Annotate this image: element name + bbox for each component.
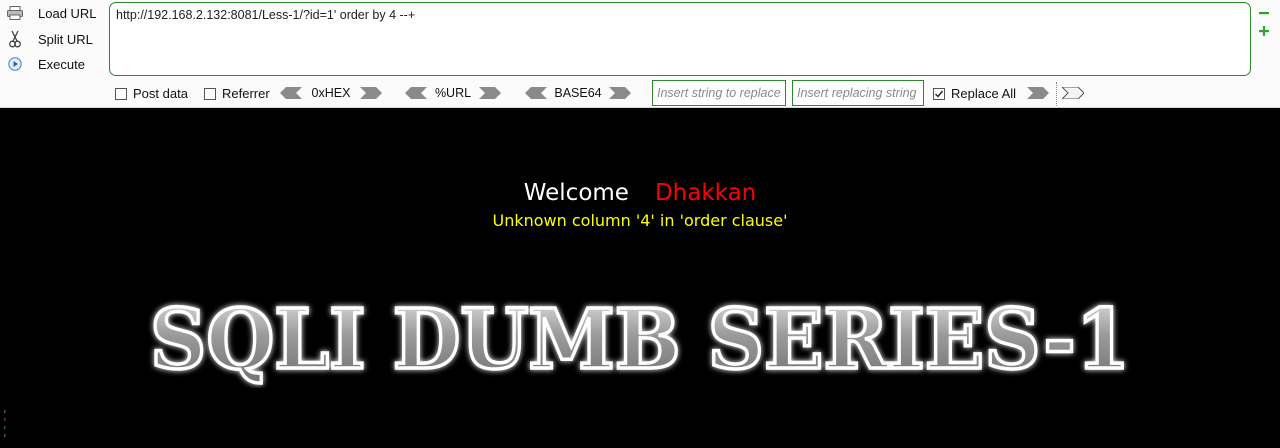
welcome-text: Welcome <box>523 180 629 206</box>
logo-text: SQLI DUMB SERIES-1 <box>150 292 1130 388</box>
referrer-checkbox[interactable]: Referrer <box>204 86 270 101</box>
scroll-marker <box>4 410 6 437</box>
replace-next-icon[interactable] <box>1060 86 1085 100</box>
post-data-label: Post data <box>133 86 188 101</box>
welcome-line: Welcome Dhakkan <box>0 180 1280 206</box>
checkbox-box[interactable] <box>933 87 945 100</box>
base64-label: BASE64 <box>554 86 602 100</box>
base64-encoder: BASE64 <box>525 86 631 100</box>
load-url-label: Load URL <box>38 5 97 21</box>
sql-error-message: Unknown column '4' in 'order clause' <box>492 211 788 230</box>
arrow-right-icon[interactable] <box>360 87 382 99</box>
scissors-icon <box>6 30 24 48</box>
arrow-left-icon[interactable] <box>280 87 302 99</box>
url-encode-label: %URL <box>434 86 472 100</box>
post-data-checkbox[interactable]: Post data <box>115 86 188 101</box>
options-bar: Post data Referrer 0xHEX %URL BASE64 Ins… <box>0 80 1280 106</box>
load-url-button[interactable]: Load URL <box>6 2 102 24</box>
hex-label: 0xHEX <box>311 86 351 100</box>
hex-encoder: 0xHEX <box>280 86 382 100</box>
replacing-string-input[interactable] <box>792 80 924 106</box>
url-input[interactable] <box>109 2 1251 76</box>
arrow-left-icon[interactable] <box>525 87 547 99</box>
replace-forward-icon[interactable] <box>1027 87 1049 99</box>
execute-button[interactable]: Execute <box>6 53 102 75</box>
checkbox-box[interactable] <box>204 87 216 100</box>
side-controls <box>1258 4 1272 40</box>
checkbox-box[interactable] <box>115 87 127 100</box>
replace-all-checkbox[interactable]: Replace All <box>933 86 1016 101</box>
execute-label: Execute <box>38 56 85 72</box>
url-encoder: %URL <box>405 86 501 100</box>
printer-icon <box>6 4 24 22</box>
hackbar-toolbar: Load URL Split URL Execute http://192.16… <box>0 0 1280 108</box>
divider <box>1056 82 1057 106</box>
split-url-button[interactable]: Split URL <box>6 28 102 50</box>
replace-all-label: Replace All <box>951 86 1017 101</box>
replace-string-input[interactable] <box>652 80 786 106</box>
referrer-label: Referrer <box>222 86 270 101</box>
arrow-right-icon[interactable] <box>609 87 631 99</box>
user-name: Dhakkan <box>654 180 757 206</box>
play-icon <box>6 55 24 73</box>
arrow-right-icon[interactable] <box>479 87 501 99</box>
minus-icon[interactable] <box>1258 4 1270 16</box>
plus-icon[interactable] <box>1258 22 1270 36</box>
page-content: Welcome Dhakkan Unknown column '4' in 'or… <box>0 108 1280 448</box>
check-icon <box>935 90 944 98</box>
arrow-left-icon[interactable] <box>405 87 427 99</box>
split-url-label: Split URL <box>38 31 93 47</box>
sqli-logo: SQLI DUMB SERIES-1 <box>148 290 1132 388</box>
